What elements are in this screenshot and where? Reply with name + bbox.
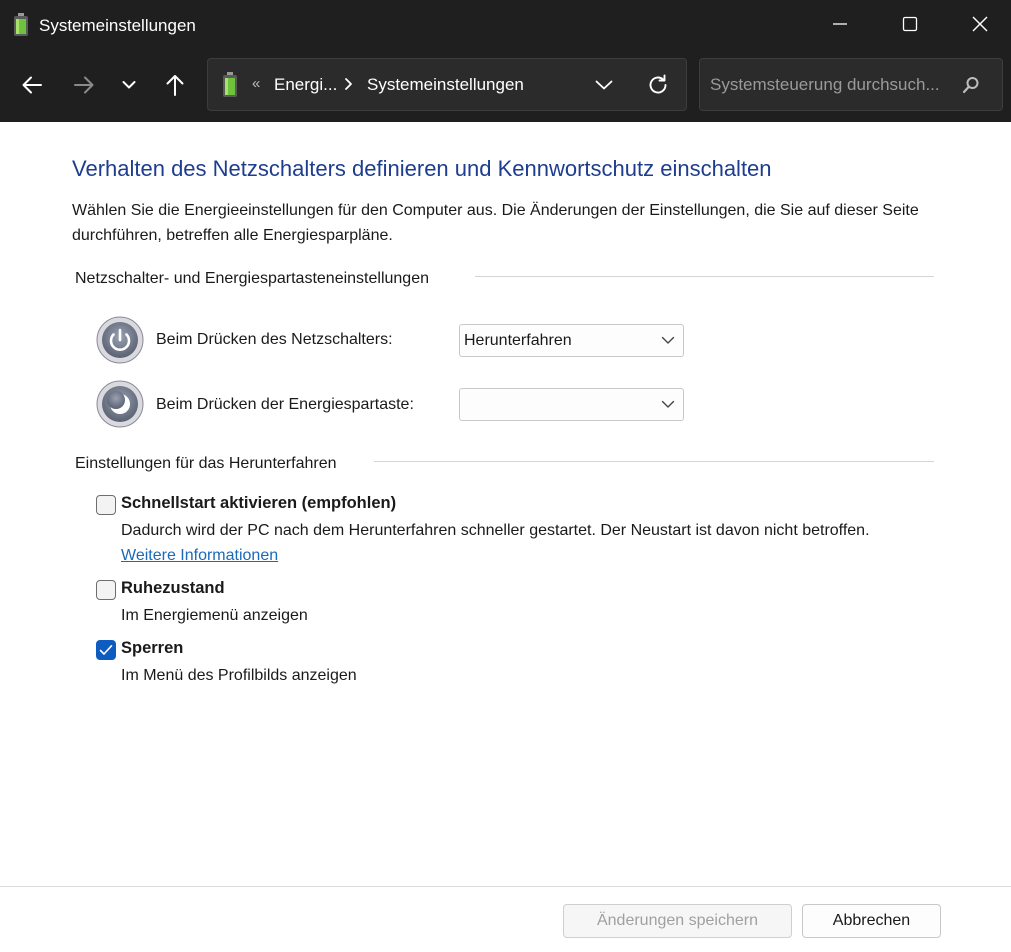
footer-divider [0, 886, 1011, 887]
power-button-action-select[interactable]: Herunterfahren [459, 324, 684, 357]
address-dropdown-button[interactable] [592, 75, 616, 95]
refresh-icon [649, 74, 667, 94]
lock-checkbox[interactable] [96, 640, 116, 660]
search-placeholder: Systemsteuerung durchsuch... [710, 75, 940, 94]
fast-startup-description: Dadurch wird der PC nach dem Herunterfah… [121, 518, 901, 568]
more-info-link[interactable]: Weitere Informationen [121, 547, 278, 564]
search-input[interactable]: Systemsteuerung durchsuch... [699, 58, 1003, 111]
minimize-button[interactable] [805, 0, 875, 48]
fast-startup-description-text: Dadurch wird der PC nach dem Herunterfah… [121, 522, 870, 539]
close-button[interactable] [945, 0, 1011, 48]
page-description: Wählen Sie die Energieeinstellungen für … [72, 202, 919, 244]
back-arrow-icon [22, 76, 42, 94]
hibernate-checkbox[interactable] [96, 580, 116, 600]
save-changes-button[interactable]: Änderungen speichern [563, 904, 792, 938]
sleep-button-label: Beim Drücken der Energiespartaste: [156, 396, 414, 413]
minimize-icon [833, 23, 847, 25]
up-button[interactable] [158, 68, 192, 102]
lock-description: Im Menü des Profilbilds anzeigen [121, 667, 357, 684]
close-icon [972, 16, 988, 32]
section-divider [475, 276, 934, 277]
back-button[interactable] [15, 68, 49, 102]
battery-icon [14, 13, 28, 36]
battery-icon [223, 72, 237, 97]
breadcrumb-item-energy[interactable]: Energi... [274, 75, 337, 95]
address-bar[interactable]: « Energi... Systemeinstellungen [207, 58, 687, 111]
navigation-bar: « Energi... Systemeinstellungen Systemst… [0, 48, 1011, 122]
title-bar: Systemeinstellungen [0, 0, 1011, 48]
sleep-button-action-select[interactable] [459, 388, 684, 421]
cancel-button[interactable]: Abbrechen [802, 904, 941, 938]
chevron-right-icon [345, 78, 352, 90]
chevron-down-icon [122, 81, 136, 89]
breadcrumb-item-system-settings[interactable]: Systemeinstellungen [367, 75, 524, 95]
search-icon [962, 77, 979, 94]
breadcrumb-overflow[interactable]: « [252, 75, 260, 92]
power-section-heading: Netzschalter- und Energiespartasteneinst… [75, 270, 429, 287]
hibernate-description: Im Energiemenü anzeigen [121, 607, 308, 624]
recent-locations-button[interactable] [112, 68, 146, 102]
refresh-button[interactable] [646, 73, 672, 99]
lock-title: Sperren [121, 639, 184, 657]
maximize-button[interactable] [875, 0, 945, 48]
section-divider [374, 461, 934, 462]
power-button-label: Beim Drücken des Netzschalters: [156, 331, 393, 348]
hibernate-title: Ruhezustand [121, 579, 225, 597]
forward-button[interactable] [67, 68, 101, 102]
forward-arrow-icon [74, 76, 94, 94]
checkmark-icon [99, 645, 113, 655]
chevron-down-icon [661, 336, 675, 344]
fast-startup-checkbox[interactable] [96, 495, 116, 515]
shutdown-section-heading: Einstellungen für das Herunterfahren [75, 455, 337, 472]
chevron-down-icon [595, 80, 613, 90]
sleep-icon [96, 380, 144, 428]
fast-startup-title: Schnellstart aktivieren (empfohlen) [121, 494, 397, 512]
maximize-icon [902, 16, 918, 32]
power-button-action-value: Herunterfahren [464, 332, 572, 349]
power-icon [96, 316, 144, 364]
chevron-down-icon [661, 400, 675, 408]
page-title: Verhalten des Netzschalters definieren u… [72, 156, 772, 181]
window-title: Systemeinstellungen [39, 16, 196, 35]
up-arrow-icon [166, 75, 184, 96]
